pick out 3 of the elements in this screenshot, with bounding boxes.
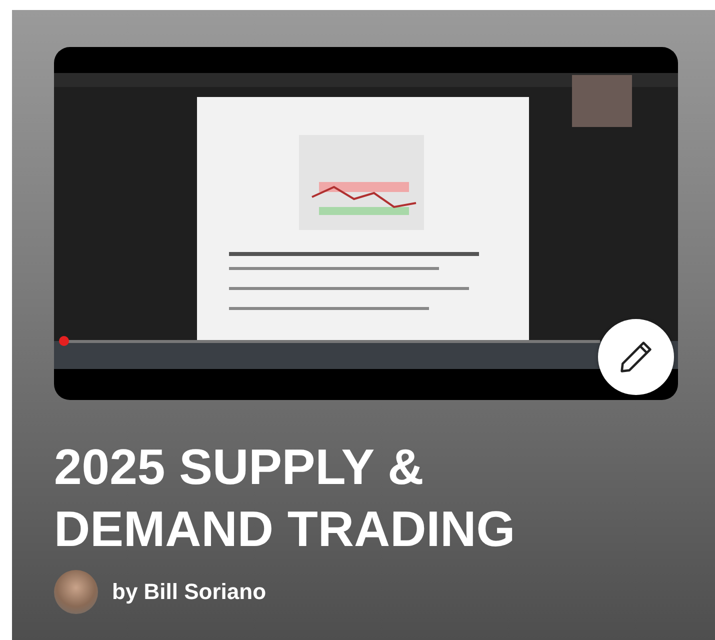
author-name: by Bill Soriano xyxy=(112,579,266,605)
course-title: 2025 SUPPLY & DEMAND TRADING xyxy=(54,438,516,559)
author-avatar xyxy=(54,570,98,614)
